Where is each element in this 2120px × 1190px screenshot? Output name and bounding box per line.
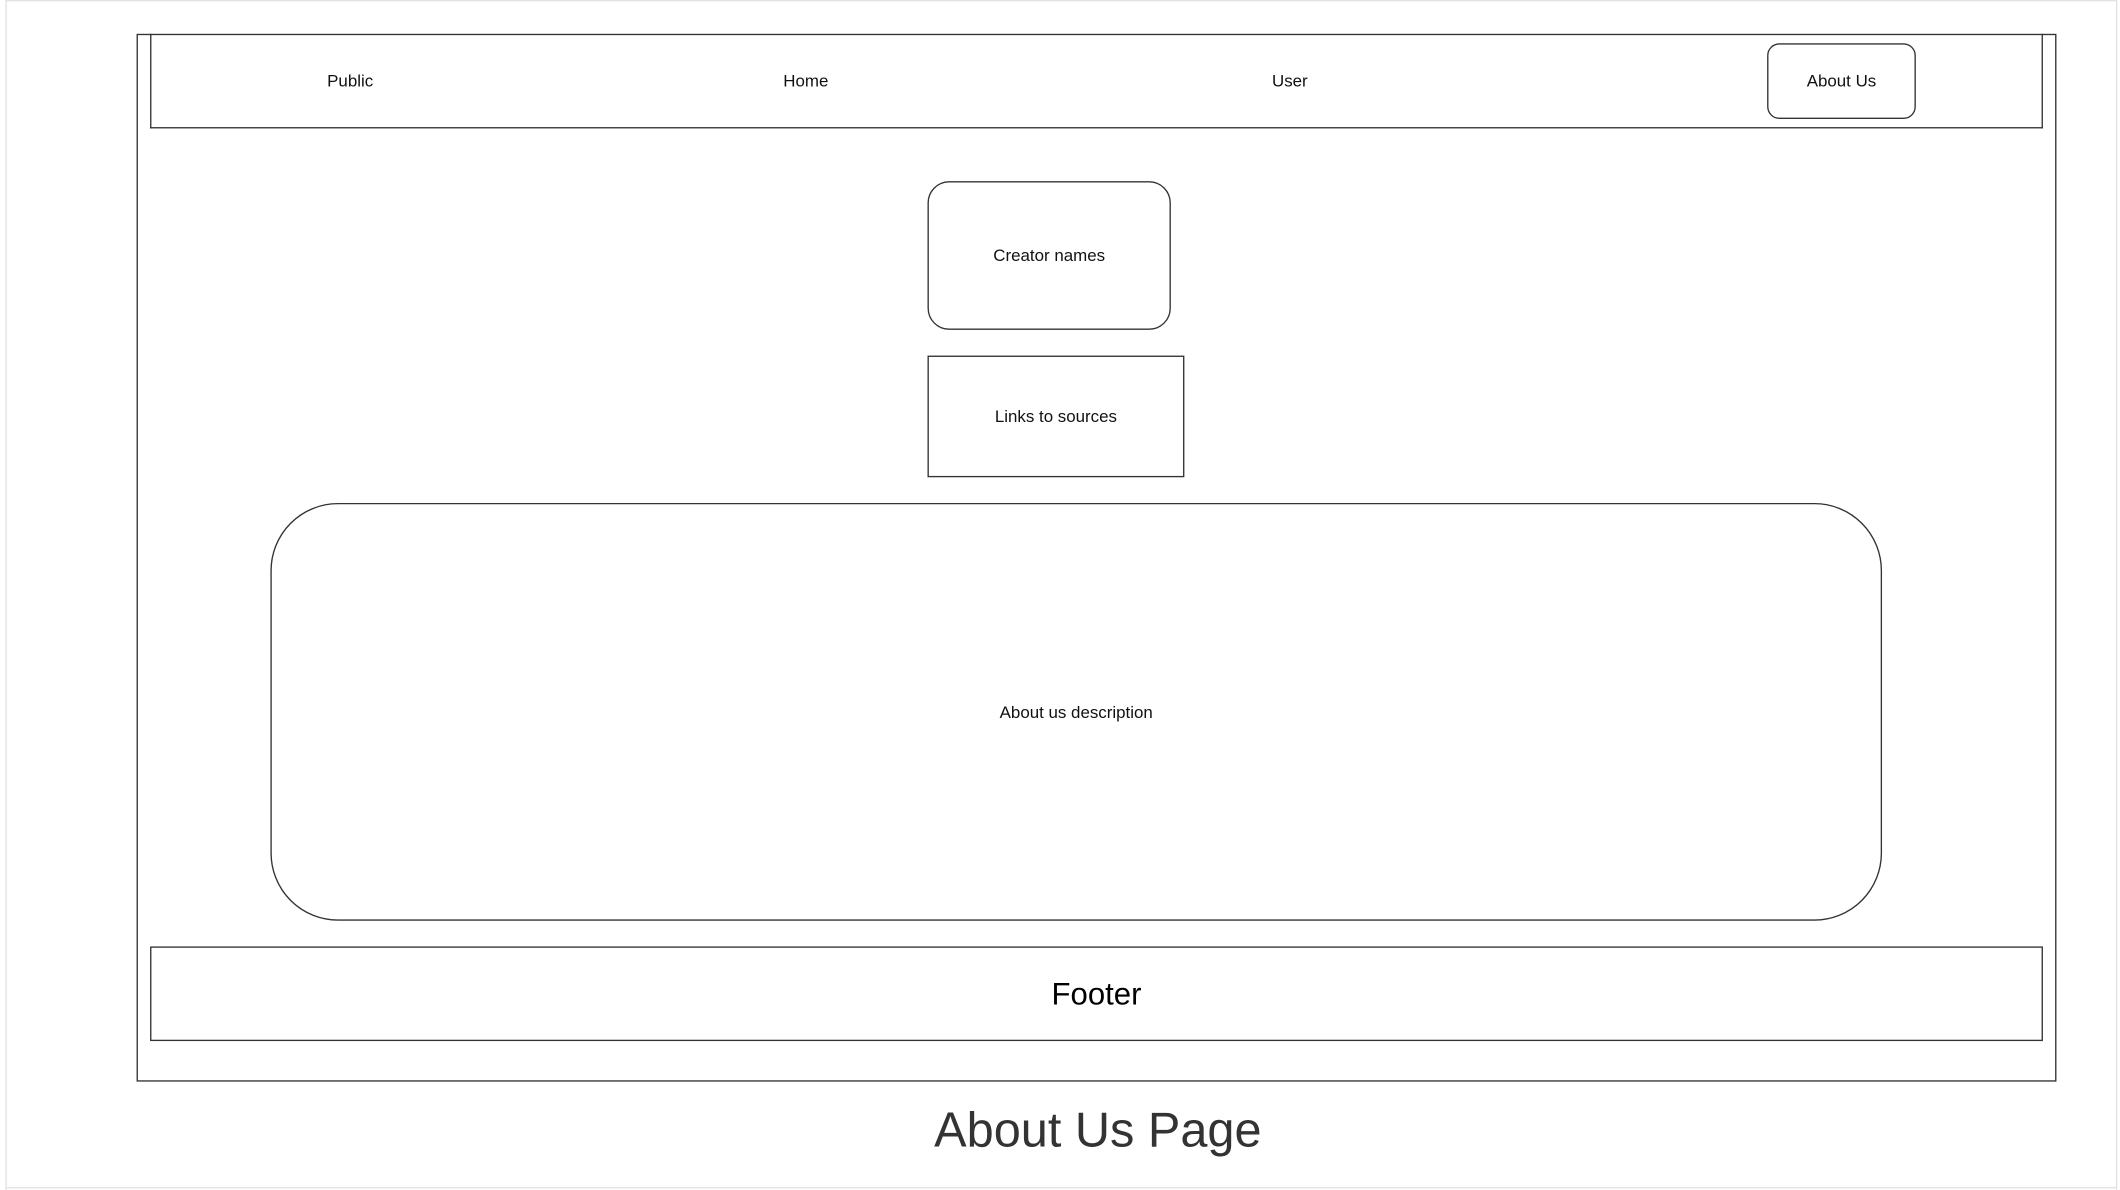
canvas-border-bottom: [5, 1187, 2118, 1189]
creator-names-label: Creator names: [993, 246, 1106, 265]
footer-label: Footer: [1051, 975, 1142, 1011]
nav-item-home[interactable]: Home: [783, 72, 828, 91]
footer: Footer: [150, 946, 2043, 1042]
nav-item-about-us[interactable]: About Us: [1767, 43, 1916, 119]
nav-item-about-us-label: About Us: [1806, 71, 1877, 91]
page-caption: About Us Page: [934, 1101, 1262, 1158]
wireframe-canvas: Public Home User About Us Creator names …: [0, 0, 2120, 1190]
links-to-sources-box[interactable]: Links to sources: [927, 355, 1185, 478]
links-to-sources-label: Links to sources: [994, 406, 1117, 426]
nav-item-public[interactable]: Public: [327, 72, 373, 91]
canvas-border-left: [5, 0, 7, 1190]
canvas-border-top: [5, 0, 2118, 2]
about-description-label: About us description: [999, 702, 1153, 722]
nav-item-user[interactable]: User: [1272, 72, 1308, 91]
about-description-box: About us description: [270, 502, 1883, 921]
creator-names-box: Creator names: [927, 181, 1171, 330]
nav-bar: [150, 33, 2043, 129]
canvas-border-right: [2115, 0, 2118, 1190]
